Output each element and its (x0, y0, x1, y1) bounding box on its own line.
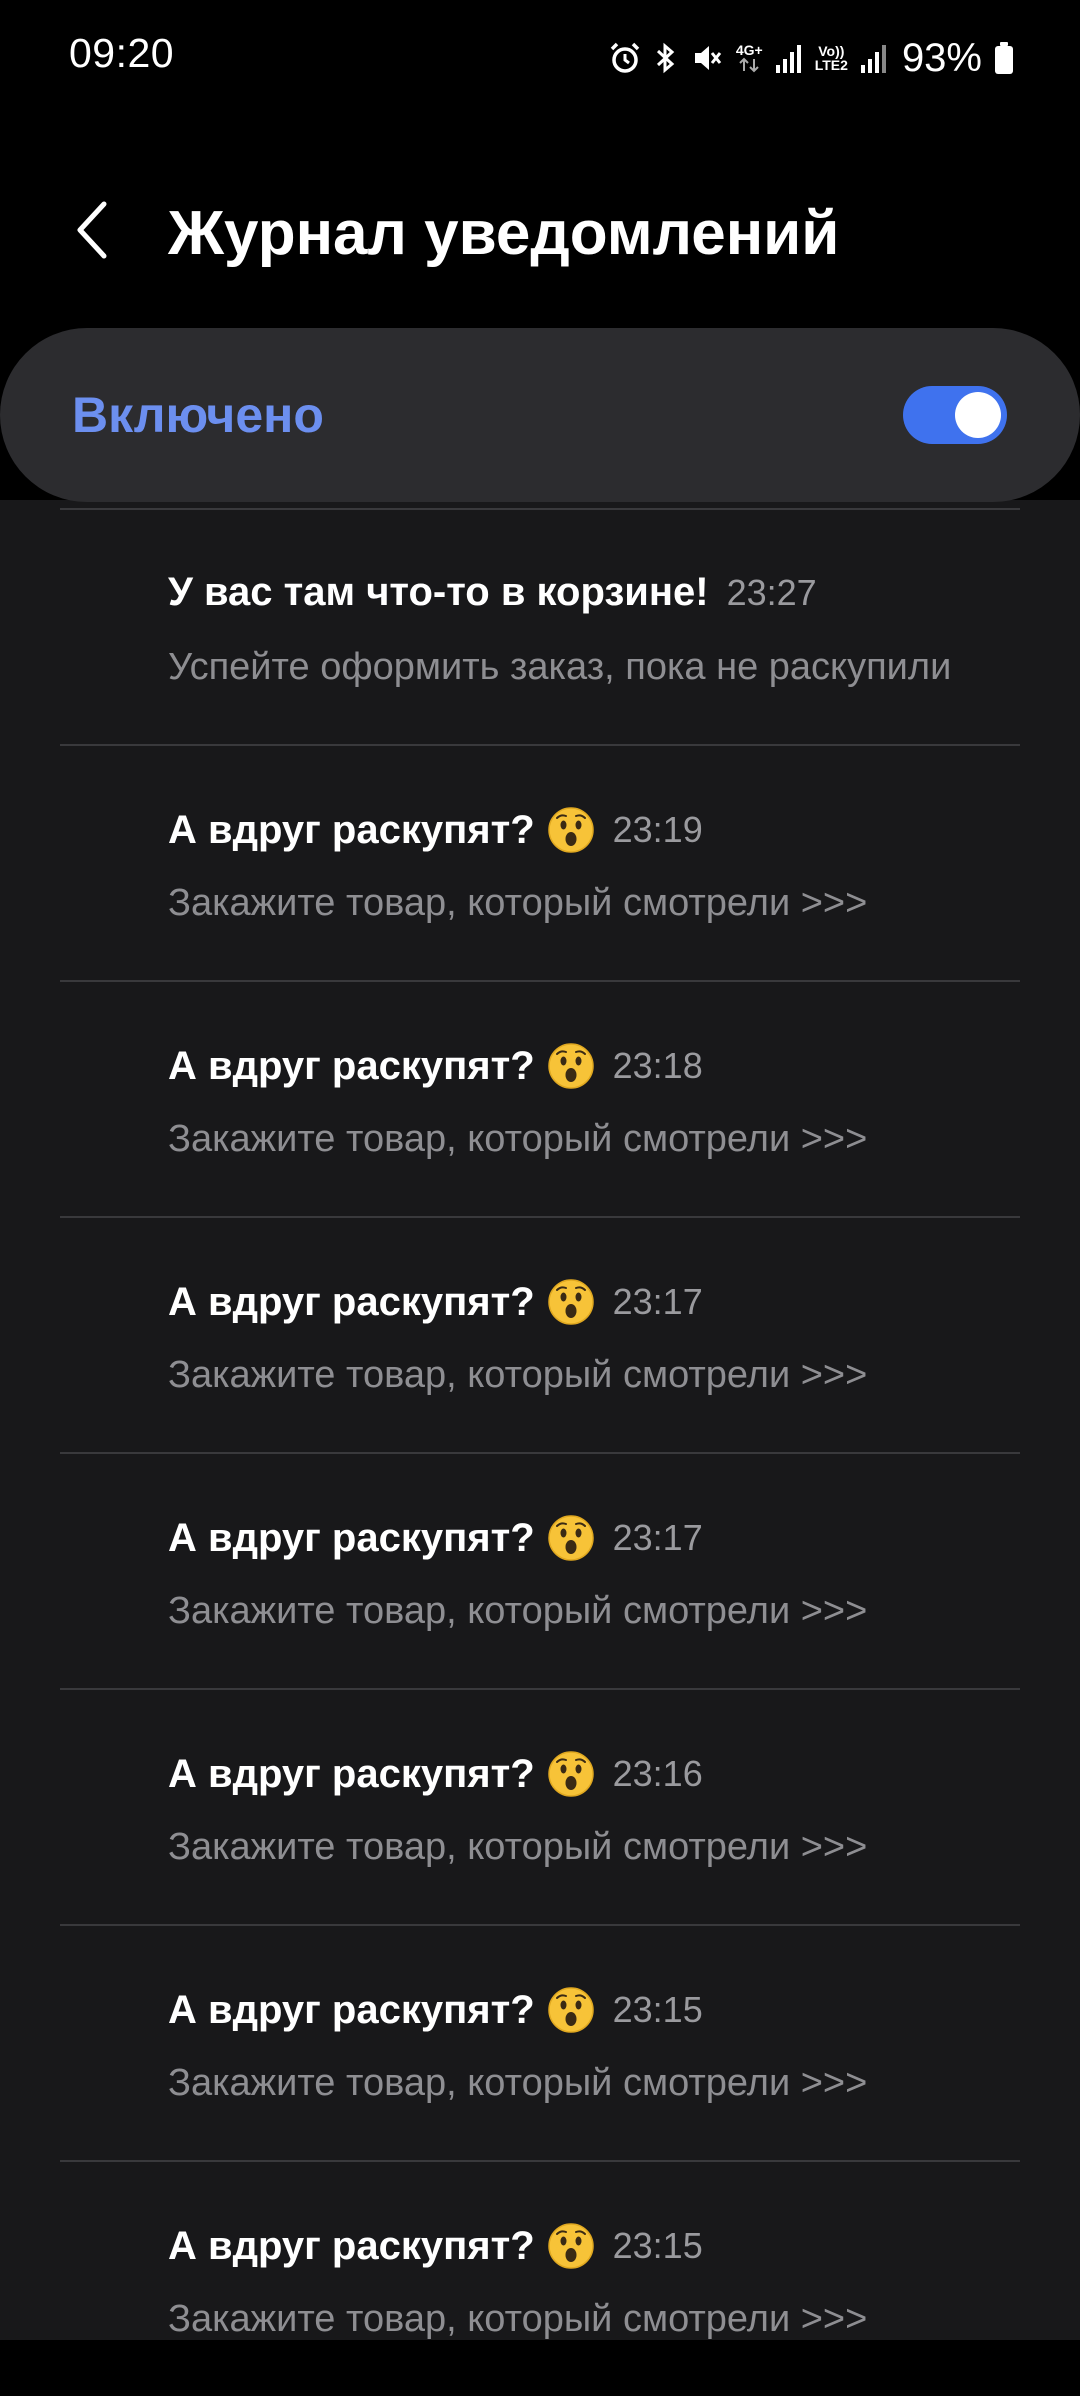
surprised-face-icon (547, 2222, 595, 2270)
notification-time: 23:27 (726, 571, 817, 613)
notification-time: 23:16 (612, 1753, 703, 1794)
notification-item[interactable]: А вдруг раскупят? 23:18 Закажите товар, … (0, 982, 1080, 1216)
status-icons: 4G+ Vo)) LTE2 93% (608, 30, 1014, 86)
volte-icon: Vo)) LTE2 (815, 44, 848, 72)
notification-item[interactable]: А вдруг раскупят? 23:17 Закажите товар, … (0, 1454, 1080, 1688)
notification-body: Закажите товар, который смотрели >>> (168, 1354, 868, 1396)
notification-body: Закажите товар, который смотрели >>> (168, 1590, 868, 1632)
notification-item[interactable]: А вдруг раскупят? 23:15 Закажите товар, … (0, 1926, 1080, 2160)
notification-title: А вдруг раскупят? (168, 1043, 535, 1088)
surprised-face-icon (547, 1042, 595, 1090)
notification-time: 23:18 (612, 1045, 703, 1086)
surprised-face-icon (547, 1278, 595, 1326)
mute-icon (690, 41, 724, 75)
page-title: Журнал уведомлений (168, 199, 840, 268)
master-switch-card[interactable]: Включено (0, 328, 1080, 502)
network-label: 4G+ (735, 42, 763, 58)
notification-title-row: А вдруг раскупят? 23:17 (168, 1278, 703, 1326)
notification-title-row: А вдруг раскупят? 23:15 (168, 2222, 703, 2270)
notification-list: У вас там что-то в корзине! 23:27 Успейт… (0, 508, 1080, 2396)
notification-title: А вдруг раскупят? (168, 807, 535, 852)
notification-body: Закажите товар, который смотрели >>> (168, 2062, 868, 2104)
alarm-icon (608, 41, 642, 75)
status-time: 09:20 (69, 30, 175, 76)
notification-title: А вдруг раскупят? (168, 1987, 535, 2032)
master-switch-label: Включено (72, 387, 324, 443)
surprised-face-icon (547, 1750, 595, 1798)
notification-title-row: А вдруг раскупят? 23:16 (168, 1750, 703, 1798)
notification-body: Закажите товар, который смотрели >>> (168, 2298, 868, 2340)
surprised-face-icon (547, 806, 595, 854)
notification-title-row: У вас там что-то в корзине! 23:27 (168, 570, 817, 615)
status-bar: 09:20 4G+ Vo)) LTE2 93% (0, 0, 1080, 118)
notification-time: 23:17 (612, 1281, 703, 1322)
notification-title: А вдруг раскупят? (168, 1751, 535, 1796)
notification-title: А вдруг раскупят? (168, 2223, 535, 2268)
battery-percent: 93% (901, 35, 982, 80)
signal-icon (775, 43, 803, 73)
notification-title-row: А вдруг раскупят? 23:19 (168, 806, 703, 854)
toggle-knob (955, 392, 1001, 438)
notification-title-row: А вдруг раскупят? 23:17 (168, 1514, 703, 1562)
signal-icon (860, 43, 888, 73)
notification-title: А вдруг раскупят? (168, 1279, 535, 1324)
back-button[interactable] (62, 198, 122, 262)
notification-body: Закажите товар, который смотрели >>> (168, 882, 868, 924)
master-toggle[interactable] (903, 386, 1007, 444)
notification-time: 23:19 (612, 809, 703, 850)
notification-body: Успейте оформить заказ, пока не раскупил… (168, 646, 952, 688)
notification-title-row: А вдруг раскупят? 23:18 (168, 1042, 703, 1090)
notification-body: Закажите товар, который смотрели >>> (168, 1118, 868, 1160)
network-4g-icon: 4G+ (736, 43, 763, 73)
volte-label-top: Vo)) (818, 43, 845, 59)
bluetooth-icon (654, 41, 678, 75)
chevron-left-icon (77, 201, 107, 259)
notification-title: У вас там что-то в корзине! (168, 570, 709, 614)
notification-time: 23:15 (612, 1989, 703, 2030)
surprised-face-icon (547, 1514, 595, 1562)
surprised-face-icon (547, 1986, 595, 2034)
notification-item[interactable]: У вас там что-то в корзине! 23:27 Успейт… (0, 510, 1080, 744)
battery-icon (994, 41, 1014, 75)
notification-time: 23:17 (612, 1517, 703, 1558)
notification-title: А вдруг раскупят? (168, 1515, 535, 1560)
volte-label-bottom: LTE2 (814, 57, 848, 73)
notification-item[interactable]: А вдруг раскупят? 23:19 Закажите товар, … (0, 746, 1080, 980)
notification-body: Закажите товар, который смотрели >>> (168, 1826, 868, 1868)
header: Журнал уведомлений (0, 118, 1080, 328)
notification-item[interactable]: А вдруг раскупят? 23:15 Закажите товар, … (0, 2162, 1080, 2396)
notification-item[interactable]: А вдруг раскупят? 23:17 Закажите товар, … (0, 1218, 1080, 1452)
notification-item[interactable]: А вдруг раскупят? 23:16 Закажите товар, … (0, 1690, 1080, 1924)
notification-title-row: А вдруг раскупят? 23:15 (168, 1986, 703, 2034)
notification-time: 23:15 (612, 2225, 703, 2266)
